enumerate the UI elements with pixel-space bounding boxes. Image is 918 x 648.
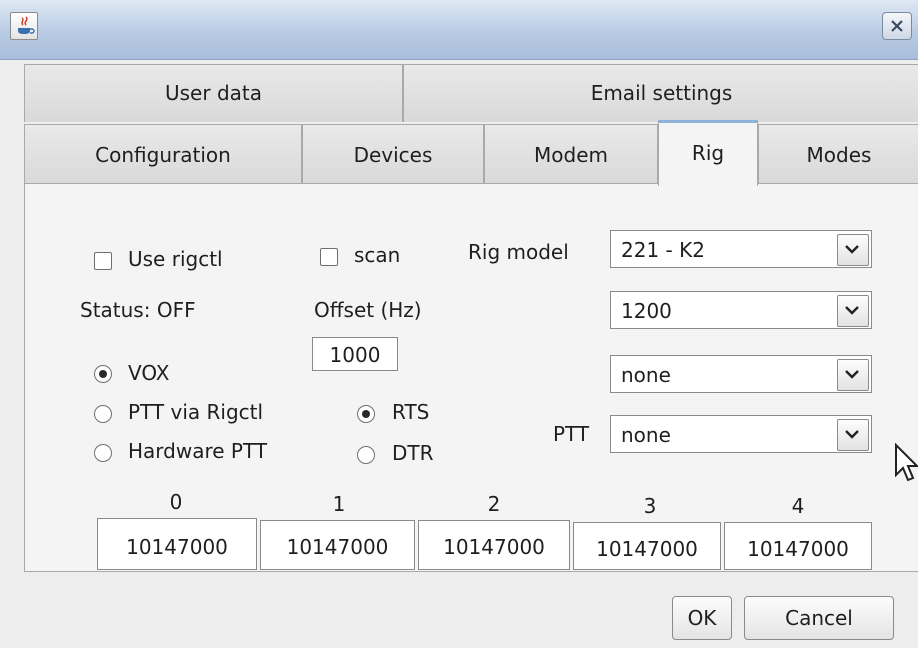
tab-label: Modes: [806, 143, 872, 167]
mouse-cursor-icon: [893, 442, 918, 483]
channel-frequency-3[interactable]: 10147000: [573, 522, 721, 570]
channel-value: 10147000: [596, 537, 698, 561]
title-bar[interactable]: [0, 0, 918, 60]
use-rigctl-checkbox[interactable]: [94, 252, 112, 270]
tab-email-settings[interactable]: Email settings: [403, 64, 918, 122]
tab-modem[interactable]: Modem: [484, 124, 658, 184]
channel-frequency-4[interactable]: 10147000: [724, 522, 872, 570]
use-rigctl-label: Use rigctl: [128, 247, 223, 271]
channel-value: 10147000: [443, 535, 545, 559]
baud-rate-value: 1200: [621, 299, 672, 323]
vox-label: VOX: [128, 361, 170, 385]
tab-rig[interactable]: Rig: [658, 120, 758, 186]
tab-label: Email settings: [590, 81, 733, 105]
dtr-radio[interactable]: [357, 446, 375, 464]
rts-radio[interactable]: [357, 405, 375, 423]
tab-label: User data: [165, 81, 262, 105]
rig-model-select[interactable]: 221 - K2: [610, 230, 872, 268]
rig-port-select[interactable]: none: [610, 355, 872, 393]
channel-frequency-1[interactable]: 10147000: [260, 520, 415, 570]
channel-header-2: 2: [487, 492, 501, 516]
hardware-ptt-label: Hardware PTT: [128, 439, 268, 463]
channel-header-1: 1: [332, 492, 346, 516]
tab-label: Devices: [353, 143, 433, 167]
channel-frequency-2[interactable]: 10147000: [418, 520, 570, 570]
close-button[interactable]: [882, 12, 912, 40]
chevron-down-icon[interactable]: [837, 295, 869, 327]
ptt-port-value: none: [621, 423, 671, 447]
tab-label: Configuration: [95, 143, 231, 167]
baud-rate-select[interactable]: 1200: [610, 291, 872, 329]
rig-model-label: Rig model: [468, 240, 569, 264]
tab-label: Rig: [691, 141, 725, 165]
chevron-down-icon[interactable]: [837, 419, 869, 451]
ptt-via-rigctl-label: PTT via Rigctl: [128, 400, 264, 424]
ptt-port-select[interactable]: none: [610, 415, 872, 453]
rig-port-value: none: [621, 363, 671, 387]
tab-modes[interactable]: Modes: [758, 124, 918, 184]
offset-label: Offset (Hz): [314, 298, 422, 322]
rig-model-value: 221 - K2: [621, 238, 705, 262]
channel-value: 10147000: [286, 535, 389, 559]
offset-value: 1000: [329, 343, 381, 367]
scan-checkbox[interactable]: [320, 248, 338, 266]
channel-value: 10147000: [126, 535, 228, 559]
chevron-down-icon[interactable]: [837, 234, 869, 266]
rts-label: RTS: [392, 400, 430, 424]
tab-devices[interactable]: Devices: [302, 124, 484, 184]
ptt-via-rigctl-radio[interactable]: [94, 405, 112, 423]
ok-button[interactable]: OK: [672, 596, 732, 640]
vox-radio[interactable]: [94, 365, 112, 383]
java-icon: [10, 12, 38, 40]
chevron-down-icon[interactable]: [837, 359, 869, 391]
channel-header-4: 4: [791, 494, 805, 518]
tab-label: Modem: [534, 143, 608, 167]
tab-user-data[interactable]: User data: [24, 64, 403, 122]
channel-header-0: 0: [169, 490, 183, 514]
channel-frequency-0[interactable]: 10147000: [97, 518, 257, 570]
offset-input[interactable]: 1000: [312, 337, 398, 371]
hardware-ptt-radio[interactable]: [94, 444, 112, 462]
tab-configuration[interactable]: Configuration: [24, 124, 302, 184]
channel-header-3: 3: [643, 494, 657, 518]
close-icon: [891, 20, 903, 32]
scan-label: scan: [354, 243, 401, 267]
status-text: Status: OFF: [80, 298, 196, 322]
ptt-label: PTT: [553, 422, 590, 446]
dtr-label: DTR: [392, 441, 434, 465]
cancel-button[interactable]: Cancel: [744, 596, 894, 640]
channel-value: 10147000: [747, 537, 849, 561]
